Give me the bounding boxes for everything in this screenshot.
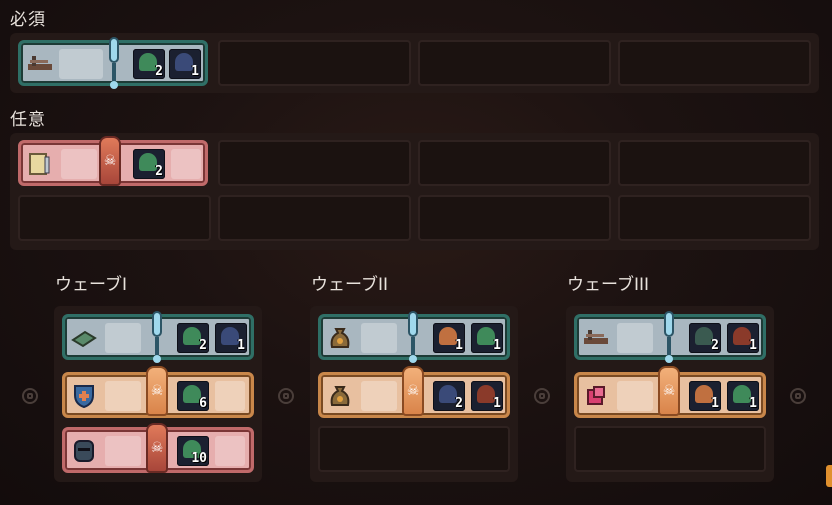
crossbow-icon bbox=[581, 323, 611, 353]
empty-slot[interactable] bbox=[418, 195, 611, 241]
enemy-dark-goblin: 1 bbox=[215, 323, 247, 353]
empty-slot[interactable] bbox=[218, 195, 411, 241]
gem-stack-icon bbox=[581, 381, 611, 411]
crest-marker-icon: ☠ bbox=[402, 366, 424, 416]
enemy-green-goblin: 1 bbox=[471, 323, 503, 353]
connector-node-icon bbox=[278, 388, 294, 404]
wave-3-label: ウェーブIII bbox=[567, 275, 650, 295]
crossbow-icon bbox=[25, 49, 55, 79]
enemy-green-goblin: 2 bbox=[133, 149, 165, 179]
enemy-count: 1 bbox=[711, 396, 719, 411]
crest-marker-icon: ☠ bbox=[146, 366, 168, 416]
empty-slot[interactable] bbox=[418, 40, 611, 86]
enemy-count: 2 bbox=[455, 396, 463, 411]
enemy-count: 10 bbox=[191, 451, 207, 466]
enemy-dark-goblin: 1 bbox=[169, 49, 201, 79]
empty-slot[interactable] bbox=[218, 40, 411, 86]
sack-icon bbox=[325, 381, 355, 411]
crest-marker-icon: ☠ bbox=[658, 366, 680, 416]
enemy-count: 2 bbox=[199, 338, 207, 353]
connector-node-icon bbox=[790, 388, 806, 404]
enemy-hooded: 1 bbox=[471, 381, 503, 411]
wave-2-label: ウェーブII bbox=[311, 275, 389, 295]
helmet-icon bbox=[69, 436, 99, 466]
enemy-count: 1 bbox=[493, 338, 501, 353]
optional-section-label: 任意 bbox=[10, 110, 46, 130]
empty-slot[interactable] bbox=[318, 426, 510, 472]
pin-marker-icon bbox=[408, 311, 418, 363]
empty-slot[interactable] bbox=[218, 140, 411, 186]
enemy-count: 1 bbox=[749, 338, 757, 353]
enemy-count: 2 bbox=[155, 64, 163, 79]
connector-node-icon bbox=[534, 388, 550, 404]
connector-node-icon bbox=[22, 388, 38, 404]
enemy-orc: 1 bbox=[689, 381, 721, 411]
pin-marker-icon bbox=[109, 37, 119, 89]
shield-icon bbox=[69, 381, 99, 411]
empty-slot[interactable] bbox=[18, 195, 211, 241]
empty-slot[interactable] bbox=[618, 195, 811, 241]
enemy-green-goblin: 10 bbox=[177, 436, 209, 466]
side-tab[interactable] bbox=[826, 465, 832, 487]
pin-marker-icon bbox=[152, 311, 162, 363]
enemy-green-goblin: 2 bbox=[133, 49, 165, 79]
empty-slot[interactable] bbox=[618, 140, 811, 186]
enemy-count: 1 bbox=[493, 396, 501, 411]
enemy-green-goblin: 2 bbox=[177, 323, 209, 353]
enemy-count: 1 bbox=[455, 338, 463, 353]
empty-slot[interactable] bbox=[618, 40, 811, 86]
enemy-count: 2 bbox=[711, 338, 719, 353]
enemy-green-goblin: 1 bbox=[727, 381, 759, 411]
crest-marker-icon: ☠ bbox=[99, 136, 121, 186]
enemy-count: 6 bbox=[199, 396, 207, 411]
book-icon bbox=[69, 323, 99, 353]
enemy-count: 1 bbox=[237, 338, 245, 353]
enemy-dark-goblin: 2 bbox=[689, 323, 721, 353]
required-section-label: 必須 bbox=[10, 10, 46, 30]
scroll-sword-icon bbox=[25, 149, 55, 179]
enemy-orc: 1 bbox=[433, 323, 465, 353]
enemy-hooded: 1 bbox=[727, 323, 759, 353]
pin-marker-icon bbox=[664, 311, 674, 363]
empty-slot[interactable] bbox=[574, 426, 766, 472]
enemy-count: 1 bbox=[749, 396, 757, 411]
wave-1-label: ウェーブI bbox=[55, 275, 127, 295]
enemy-green-goblin: 6 bbox=[177, 381, 209, 411]
crest-marker-icon: ☠ bbox=[146, 423, 168, 473]
empty-slot[interactable] bbox=[418, 140, 611, 186]
enemy-dark-goblin: 2 bbox=[433, 381, 465, 411]
sack-icon bbox=[325, 323, 355, 353]
enemy-count: 2 bbox=[155, 164, 163, 179]
enemy-count: 1 bbox=[191, 64, 199, 79]
